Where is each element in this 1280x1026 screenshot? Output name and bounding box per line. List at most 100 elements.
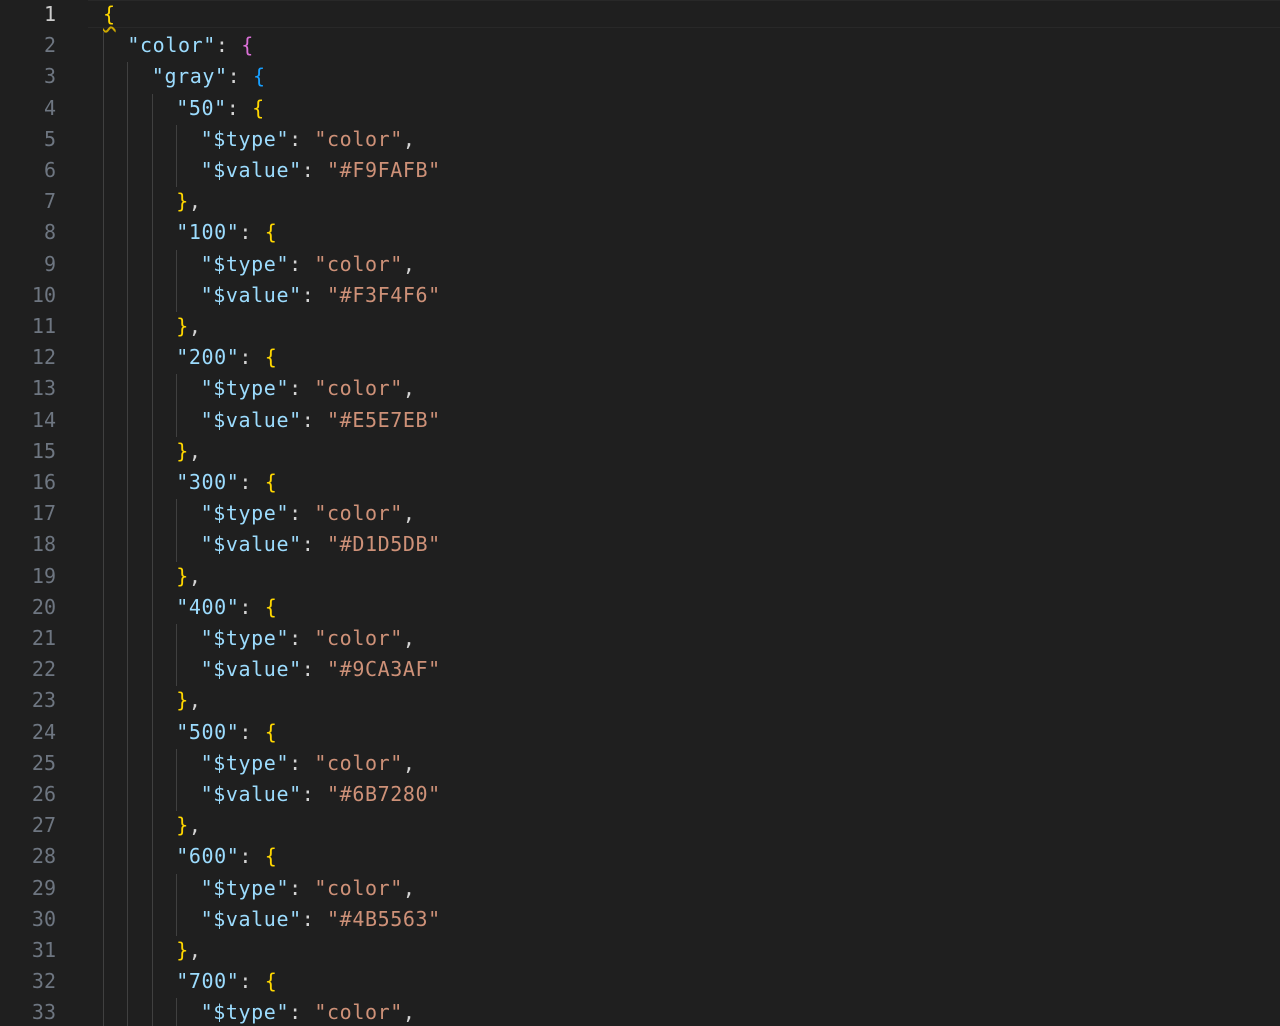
code-editor[interactable]: 1 2 3 4 5 6 7 8 9 10 11 12 13 14 15 16 17 18 19 20 21 22 23 24 2…: [0, 0, 1280, 1026]
indent-guide: [127, 62, 129, 1026]
code-token: "100": [176, 220, 240, 245]
code-token: "300": [176, 470, 240, 494]
code-token: :: [289, 626, 315, 650]
indent-guide: [176, 249, 178, 312]
code-token: "$value": [200, 158, 302, 182]
code-line: "$type": "color",: [201, 623, 416, 654]
code-token: "color": [314, 1000, 403, 1025]
code-token: {: [264, 594, 278, 619]
code-token: "#4B5563": [327, 906, 441, 931]
code-token: :: [239, 969, 265, 994]
code-token: :: [239, 470, 265, 494]
code-token: "#E5E7EB": [327, 407, 441, 432]
code-token: "gray": [151, 64, 228, 89]
code-line: },: [176, 311, 201, 342]
code-token: :: [239, 844, 265, 869]
code-line: "$type": "color",: [201, 498, 416, 529]
code-token: {: [103, 2, 116, 26]
code-token: "$type": [200, 626, 290, 650]
code-line: "$value": "#9CA3AF": [201, 654, 441, 685]
code-token: {: [264, 844, 278, 869]
code-token: "600": [176, 844, 240, 869]
code-line: "$value": "#6B7280": [201, 779, 441, 810]
code-token: :: [239, 220, 265, 245]
code-token: :: [301, 282, 328, 307]
code-line: {: [103, 0, 116, 30]
code-token: "$type": [200, 501, 290, 526]
code-token: "#F3F4F6": [327, 282, 441, 307]
code-token: "$value": [200, 407, 302, 432]
code-line: },: [176, 685, 201, 716]
code-token: "$type": [200, 750, 290, 775]
code-token: "color": [127, 33, 216, 58]
code-line: },: [176, 561, 201, 592]
code-token: "200": [176, 345, 240, 370]
code-token: "$value": [200, 782, 302, 806]
code-token: ,: [402, 501, 416, 526]
code-token: }: [176, 314, 189, 338]
code-line: "$value": "#F3F4F6": [201, 280, 441, 311]
code-token: {: [264, 969, 278, 994]
code-token: }: [176, 813, 189, 838]
code-token: "$type": [200, 251, 290, 276]
code-token: "$value": [200, 657, 302, 682]
code-line: "$type": "color",: [201, 373, 416, 404]
code-token: :: [301, 158, 328, 182]
code-token: ,: [188, 189, 202, 214]
code-token: :: [239, 719, 265, 744]
code-token: :: [289, 1000, 315, 1025]
code-token: :: [289, 251, 315, 276]
code-token: "#D1D5DB": [327, 532, 441, 557]
code-token: :: [226, 95, 253, 120]
code-line: "$type": "color",: [201, 873, 416, 904]
code-token: ,: [188, 813, 202, 838]
code-token: "700": [176, 969, 240, 994]
code-line: },: [176, 186, 201, 217]
indent-guide: [176, 873, 178, 936]
indent-guide: [103, 31, 104, 1026]
code-token: }: [176, 938, 189, 962]
code-token: {: [264, 719, 278, 744]
code-line: "400": {: [176, 592, 277, 623]
code-token: :: [289, 376, 315, 401]
code-line: "gray": {: [152, 61, 266, 92]
code-token: "$type": [200, 376, 290, 401]
code-token: :: [215, 33, 242, 58]
code-token: ,: [402, 126, 416, 151]
code-token: }: [176, 563, 189, 588]
code-token: ,: [188, 438, 202, 463]
code-area[interactable]: { "color": { "gray": { "50": { "$type": "col…: [0, 0, 1280, 1026]
code-token: "50": [176, 95, 227, 120]
indent-guide: [176, 124, 178, 188]
code-line: "$value": "#F9FAFB": [201, 155, 441, 186]
code-token: :: [289, 501, 315, 526]
code-token: "color": [314, 750, 403, 775]
code-token: "#9CA3AF": [327, 657, 441, 682]
code-line: "600": {: [176, 841, 277, 872]
code-token: }: [176, 189, 189, 214]
code-token: "color": [314, 875, 403, 900]
code-token: {: [241, 33, 254, 58]
code-token: }: [176, 688, 189, 713]
code-line: "500": {: [176, 717, 277, 748]
code-token: :: [289, 126, 315, 151]
code-token: "$value": [200, 532, 302, 557]
code-line: },: [176, 935, 201, 966]
code-line: },: [176, 810, 201, 841]
code-token: ,: [402, 750, 416, 775]
code-token: :: [289, 875, 315, 900]
code-token: ,: [188, 314, 202, 338]
code-token: :: [239, 345, 265, 370]
code-token: :: [239, 594, 265, 619]
code-token: ,: [402, 376, 416, 401]
code-token: :: [301, 906, 328, 931]
code-token: "color": [314, 626, 403, 650]
code-token: "$value": [200, 906, 302, 931]
code-token: ,: [188, 938, 202, 962]
code-line: },: [176, 436, 201, 467]
code-line: "100": {: [176, 217, 277, 248]
code-token: {: [264, 220, 278, 245]
indent-guide: [151, 93, 153, 1026]
code-line: "$type": "color",: [201, 249, 416, 280]
indent-guide: [176, 998, 178, 1026]
